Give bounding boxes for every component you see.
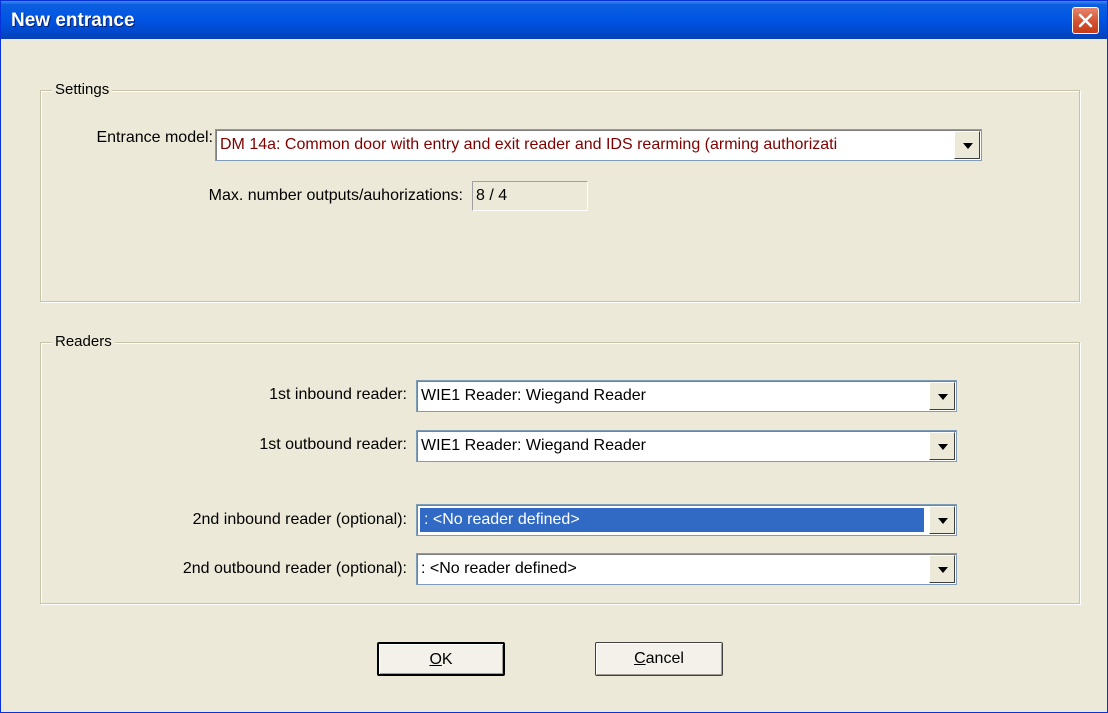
inbound-reader-1-dropdown[interactable]: WIE1 Reader: Wiegand Reader [416,380,957,412]
entrance-model-value: DM 14a: Common door with entry and exit … [220,136,838,153]
ok-button-label: OK [429,651,453,668]
outbound-reader-2-dropdown[interactable]: : <No reader defined> [416,553,957,585]
outbound-reader-2-value: : <No reader defined> [421,560,577,577]
inbound-reader-2-label: 2nd inbound reader (optional): [192,511,407,528]
settings-legend: Settings [52,81,113,98]
cancel-button-label: Cancel [634,650,684,667]
outbound-reader-2-label: 2nd outbound reader (optional): [182,560,407,577]
dialog-window: New entrance Settings Entrance model: DM… [0,0,1108,713]
window-title: New entrance [11,10,135,31]
chevron-down-icon [938,518,948,524]
outbound-reader-2-dropdown-button[interactable] [929,555,955,583]
outbound-reader-1-value: WIE1 Reader: Wiegand Reader [421,437,646,454]
readers-legend: Readers [52,333,115,350]
inbound-reader-2-dropdown[interactable]: : <No reader defined> [416,504,957,536]
entrance-model-dropdown[interactable]: DM 14a: Common door with entry and exit … [215,129,982,161]
close-icon [1078,13,1093,28]
close-button[interactable] [1072,7,1099,34]
ok-button[interactable]: OK [377,642,505,676]
chevron-down-icon [938,394,948,400]
max-outputs-field: 8 / 4 [472,181,588,211]
title-bar[interactable]: New entrance [1,1,1107,39]
inbound-reader-2-dropdown-button[interactable] [929,506,955,534]
outbound-reader-1-dropdown[interactable]: WIE1 Reader: Wiegand Reader [416,430,957,462]
outbound-reader-1-dropdown-button[interactable] [929,432,955,460]
max-outputs-label: Max. number outputs/auhorizations: [208,187,463,204]
dialog-client: Settings Entrance model: DM 14a: Common … [7,39,1101,709]
inbound-reader-1-label: 1st inbound reader: [269,386,407,403]
max-outputs-value: 8 / 4 [476,187,508,204]
inbound-reader-1-dropdown-button[interactable] [929,382,955,410]
entrance-model-label: Entrance model: [96,129,213,146]
chevron-down-icon [963,143,973,149]
inbound-reader-1-value: WIE1 Reader: Wiegand Reader [421,387,646,404]
entrance-model-dropdown-button[interactable] [954,131,980,159]
outbound-reader-1-label: 1st outbound reader: [259,436,407,453]
cancel-button[interactable]: Cancel [595,642,723,676]
chevron-down-icon [938,567,948,573]
inbound-reader-2-value: : <No reader defined> [419,507,925,533]
chevron-down-icon [938,444,948,450]
